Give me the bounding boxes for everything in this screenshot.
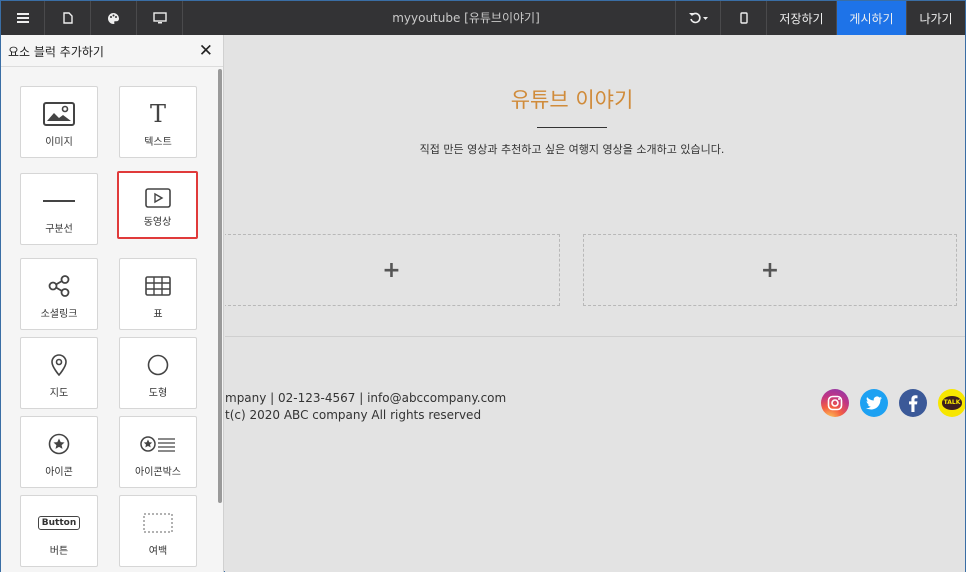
close-icon[interactable]: ✕ <box>199 41 213 61</box>
add-video-slot-1[interactable]: + <box>225 234 560 306</box>
divider-icon <box>43 200 75 202</box>
table-icon <box>145 276 171 296</box>
block-label: 도형 <box>148 388 168 399</box>
block-label: 지도 <box>49 388 69 399</box>
block-label: 이미지 <box>45 137 73 148</box>
block-divider[interactable]: 구분선 <box>20 173 98 245</box>
publish-button[interactable]: 게시하기 <box>837 1 907 35</box>
video-icon <box>144 188 171 208</box>
block-image[interactable]: 이미지 <box>20 86 98 158</box>
block-spacer[interactable]: 여백 <box>119 495 197 567</box>
star-icon <box>48 433 70 455</box>
text-icon: T <box>149 100 166 128</box>
block-icon[interactable]: 아이콘 <box>20 416 98 488</box>
block-button[interactable]: Button 버튼 <box>20 495 98 567</box>
add-video-slot-2[interactable]: + <box>583 234 957 306</box>
page-icon <box>62 12 73 24</box>
add-block-panel: 요소 블럭 추가하기 ✕ 이미지 T 텍스트 구분선 동영상 소셜링크 표 지도… <box>1 35 224 572</box>
page-title[interactable]: 유튜브 이야기 <box>225 84 919 114</box>
twitter-icon <box>866 396 882 410</box>
footer-copyright: t(c) 2020 ABC company All rights reserve… <box>225 408 482 422</box>
monitor-icon <box>152 12 167 24</box>
top-toolbar: myyoutube [유튜브이야기] 저장하기 게시하기 나가기 <box>1 1 965 35</box>
undo-button[interactable] <box>675 1 721 35</box>
twitter-link[interactable] <box>860 389 888 417</box>
title-underline <box>537 127 607 128</box>
facebook-icon <box>909 394 918 412</box>
map-pin-icon <box>51 354 67 376</box>
block-label: 동영상 <box>143 217 172 228</box>
plus-icon: + <box>760 257 780 283</box>
block-icon-box[interactable]: 아이콘박스 <box>119 416 197 488</box>
block-label: 여백 <box>148 546 168 557</box>
instagram-icon <box>827 395 843 411</box>
panel-title: 요소 블럭 추가하기 <box>8 45 104 59</box>
block-video[interactable]: 동영상 <box>117 171 198 239</box>
share-icon <box>48 275 70 297</box>
plus-icon: + <box>382 257 401 283</box>
kakaotalk-icon: TALK <box>941 396 963 410</box>
block-map[interactable]: 지도 <box>20 337 98 409</box>
menu-icon <box>16 13 29 23</box>
spacer-icon <box>143 513 173 533</box>
exit-label: 나가기 <box>919 11 953 26</box>
save-button[interactable]: 저장하기 <box>767 1 837 35</box>
publish-label: 게시하기 <box>849 11 894 26</box>
palette-icon <box>108 12 119 24</box>
block-label: 구분선 <box>45 224 73 235</box>
footer-divider <box>225 336 965 337</box>
desktop-view-button[interactable] <box>137 1 183 35</box>
block-label: 소셜링크 <box>40 309 78 320</box>
mobile-view-button[interactable] <box>721 1 767 35</box>
block-label: 표 <box>153 309 163 320</box>
footer-contact: mpany | 02-123-4567 | info@abccompany.co… <box>225 391 507 405</box>
block-label: 아이콘 <box>45 467 73 478</box>
exit-button[interactable]: 나가기 <box>907 1 965 35</box>
instagram-link[interactable] <box>821 389 849 417</box>
mobile-icon <box>739 12 748 24</box>
block-shape[interactable]: 도형 <box>119 337 197 409</box>
block-text[interactable]: T 텍스트 <box>119 86 197 158</box>
site-title: myyoutube [유튜브이야기] <box>392 11 540 25</box>
save-label: 저장하기 <box>779 11 824 26</box>
button-icon: Button <box>37 516 81 530</box>
page-canvas: 유튜브 이야기 직접 만든 영상과 추천하고 싶은 여행지 영상을 소개하고 있… <box>225 35 965 572</box>
page-button[interactable] <box>45 1 91 35</box>
block-label: 아이콘박스 <box>135 467 181 478</box>
panel-scrollbar[interactable] <box>218 69 222 503</box>
facebook-link[interactable] <box>899 389 927 417</box>
block-label: 텍스트 <box>144 137 172 148</box>
panel-header: 요소 블럭 추가하기 ✕ <box>1 35 223 67</box>
icon-box-icon <box>140 436 175 452</box>
block-social-link[interactable]: 소셜링크 <box>20 258 98 330</box>
image-icon <box>43 102 75 126</box>
undo-icon <box>689 12 708 24</box>
menu-button[interactable] <box>1 1 45 35</box>
theme-button[interactable] <box>91 1 137 35</box>
page-subtitle[interactable]: 직접 만든 영상과 추천하고 싶은 여행지 영상을 소개하고 있습니다. <box>225 141 919 157</box>
block-label: 버튼 <box>49 546 69 557</box>
circle-icon <box>147 354 169 376</box>
kakaotalk-link[interactable]: TALK <box>938 389 965 417</box>
block-table[interactable]: 표 <box>119 258 197 330</box>
